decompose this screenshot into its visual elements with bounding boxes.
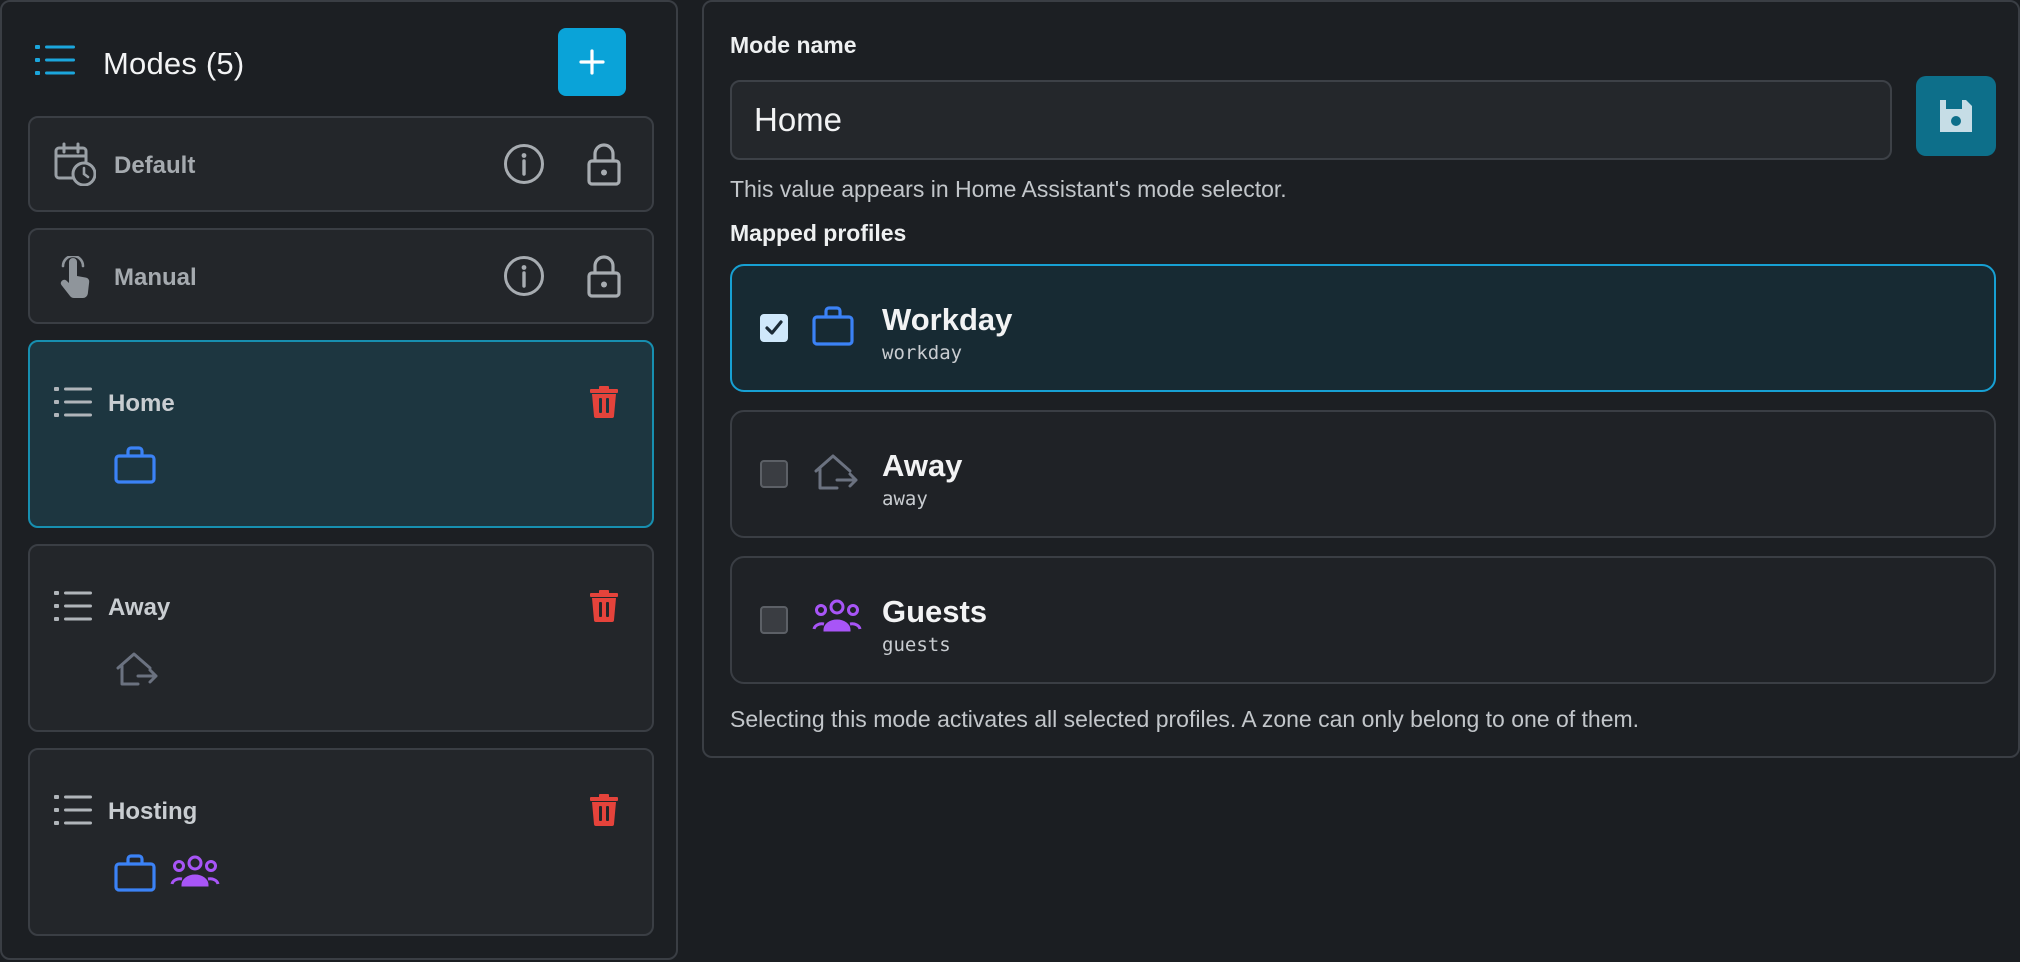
profile-checkbox[interactable] [760, 606, 788, 634]
mode-label: Away [108, 594, 171, 621]
mode-profile-icons [114, 446, 156, 484]
save-button[interactable] [1916, 76, 1996, 156]
lock-button[interactable] [580, 252, 628, 300]
mode-profile-icons [114, 854, 220, 892]
home-export-icon [114, 650, 160, 688]
add-mode-button[interactable] [558, 28, 626, 96]
trash-icon [590, 794, 618, 826]
profile-row-workday[interactable]: Workday workday [730, 264, 1996, 392]
profile-name: Away [882, 448, 963, 483]
plus-icon [578, 48, 606, 76]
lock-button[interactable] [580, 140, 628, 188]
profile-checkbox[interactable] [760, 460, 788, 488]
info-button[interactable] [500, 252, 548, 300]
mode-card-home[interactable]: Home [28, 340, 654, 528]
mode-card-away[interactable]: Away [28, 544, 654, 732]
briefcase-icon [114, 446, 156, 484]
mode-card-hosting[interactable]: Hosting [28, 748, 654, 936]
info-icon [503, 143, 545, 185]
mode-editor-panel: Mode name This value appears in Home Ass… [702, 0, 2020, 758]
mode-card-default[interactable]: Default [28, 116, 654, 212]
mode-profile-icons [114, 650, 160, 688]
mode-label: Home [108, 390, 175, 417]
list-icon [54, 590, 92, 622]
floppy-disk-icon [1937, 97, 1975, 135]
mode-label: Default [114, 152, 196, 179]
modes-panel: Modes (5) Default Manual Home Away Hosti… [0, 0, 678, 960]
briefcase-icon [114, 854, 156, 892]
calendar-clock-icon [54, 142, 96, 186]
profile-id: guests [882, 634, 951, 656]
lock-icon [587, 142, 621, 186]
mode-name-help: This value appears in Home Assistant's m… [730, 176, 1287, 202]
list-icon [54, 386, 92, 418]
delete-button[interactable] [580, 786, 628, 834]
profile-checkbox[interactable] [760, 314, 788, 342]
mapped-profiles-help: Selecting this mode activates all select… [730, 706, 1640, 732]
modes-header: Modes (5) [2, 2, 676, 114]
mode-label: Hosting [108, 798, 198, 825]
info-button[interactable] [500, 140, 548, 188]
modes-title: Modes (5) [103, 46, 245, 81]
account-group-icon [812, 598, 862, 634]
profile-name: Workday [882, 302, 1013, 337]
briefcase-icon [812, 306, 854, 346]
list-icon [35, 44, 75, 76]
mode-name-label: Mode name [730, 32, 857, 58]
hand-pointer-icon [54, 256, 94, 300]
mode-name-input[interactable] [730, 80, 1892, 160]
account-group-icon [170, 854, 220, 892]
mapped-profiles-label: Mapped profiles [730, 220, 907, 246]
info-icon [503, 255, 545, 297]
profile-id: workday [882, 342, 963, 364]
list-icon [54, 794, 92, 826]
delete-button[interactable] [580, 378, 628, 426]
profile-id: away [882, 488, 928, 510]
trash-icon [590, 590, 618, 622]
home-export-icon [812, 452, 860, 492]
profile-row-guests[interactable]: Guests guests [730, 556, 1996, 684]
profile-row-away[interactable]: Away away [730, 410, 1996, 538]
trash-icon [590, 386, 618, 418]
profile-name: Guests [882, 594, 988, 629]
delete-button[interactable] [580, 582, 628, 630]
mode-label: Manual [114, 264, 197, 291]
mode-card-manual[interactable]: Manual [28, 228, 654, 324]
lock-icon [587, 254, 621, 298]
